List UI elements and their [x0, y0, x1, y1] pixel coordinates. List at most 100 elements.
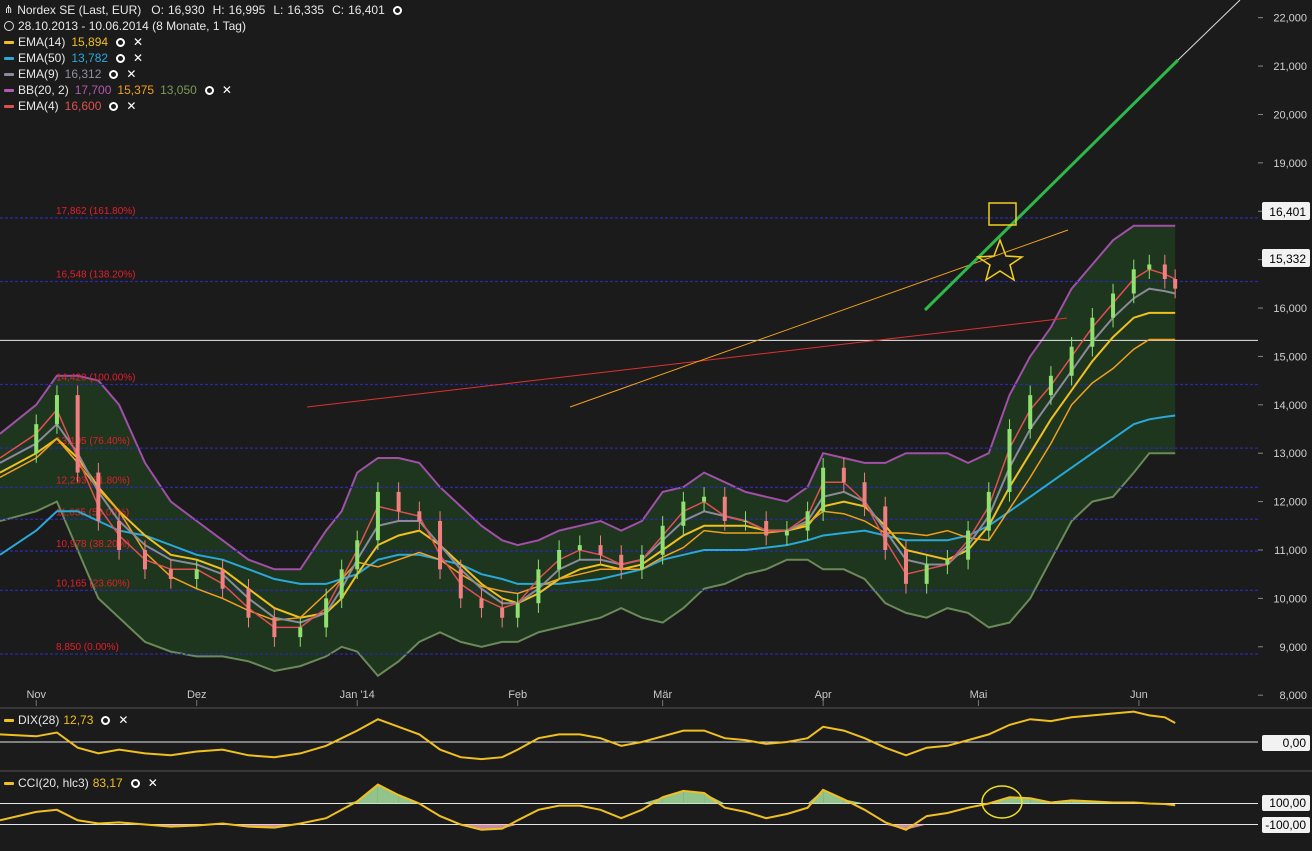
y-tick-label: 15,000 [1273, 351, 1307, 363]
ohlc-h-label: H: [212, 3, 225, 17]
candle-body [500, 608, 505, 618]
indicator-row: EMA(9) 16,312 ✕ [4, 66, 402, 82]
ohlc-o-label: O: [151, 3, 164, 17]
indicator-settings-icon[interactable] [109, 101, 119, 111]
candle-body [298, 627, 303, 638]
candle-body [536, 569, 541, 604]
indicator-settings-icon[interactable] [204, 85, 214, 95]
y-tick-label: 12,000 [1273, 497, 1307, 509]
candle-body [1173, 278, 1178, 289]
candle-body [272, 617, 277, 638]
indicator-swatch [4, 72, 14, 76]
candle-body [903, 549, 908, 584]
indicator-value: 13,050 [160, 83, 197, 97]
candle-body [355, 540, 360, 570]
chart-type-icon: ⋔ [4, 4, 14, 16]
indicator-label: EMA(9) [18, 67, 59, 81]
candle-body [1111, 293, 1116, 318]
fib-level-label: 8,850 (0.00%) [56, 642, 119, 653]
ohlc-high: 16,995 [228, 3, 266, 17]
indicator-value: 17,700 [74, 83, 112, 97]
fib-level-label: 16,548 (138.20%) [56, 270, 136, 281]
candle-body [96, 472, 101, 521]
cci-settings-icon[interactable] [130, 778, 140, 788]
x-tick-label: Apr [815, 689, 832, 701]
y-tick-label: 14,000 [1273, 400, 1307, 412]
candle-body [805, 511, 810, 531]
indicator-settings-icon[interactable] [109, 69, 119, 79]
y-tick-label: 20,000 [1273, 109, 1307, 121]
dix-swatch [4, 718, 14, 722]
indicator-close-icon[interactable]: ✕ [126, 66, 136, 82]
candle-body [743, 520, 748, 522]
indicator-value: 15,894 [71, 35, 109, 49]
indicator-settings-icon[interactable] [116, 53, 126, 63]
candle-body [639, 554, 644, 570]
instrument-row: ⋔ Nordex SE (Last, EUR) O: 16,930 H: 16,… [4, 2, 402, 18]
indicator-close-icon[interactable]: ✕ [133, 50, 143, 66]
candle-body [142, 549, 147, 570]
candle-body [246, 588, 251, 618]
cci-close-icon[interactable]: ✕ [148, 776, 158, 790]
candle-body [841, 467, 846, 483]
y-tick-label: 22,000 [1273, 13, 1307, 25]
candle-body [396, 491, 401, 512]
indicator-value: 16,600 [64, 99, 102, 113]
candle-body [862, 482, 867, 507]
period-row: 28.10.2013 - 10.06.2014 (8 Monate, 1 Tag… [4, 18, 402, 34]
indicator-swatch [4, 56, 14, 60]
y-tick-label: 13,000 [1273, 448, 1307, 460]
candle-body [34, 424, 39, 454]
clock-icon [4, 21, 14, 31]
cci-value: 83,17 [92, 776, 123, 790]
y-tick-label: 21,000 [1273, 61, 1307, 73]
candle-body [1090, 317, 1095, 347]
dix-settings-icon[interactable] [101, 715, 111, 725]
candle-body [220, 569, 225, 589]
cci-swatch [4, 781, 14, 785]
chart-legend: ⋔ Nordex SE (Last, EUR) O: 16,930 H: 16,… [4, 2, 402, 114]
x-tick-label: Feb [508, 689, 527, 701]
line-price-tag: 15,332 [1269, 252, 1306, 266]
y-tick-label: 9,000 [1279, 642, 1307, 654]
indicator-row: EMA(14) 15,894 ✕ [4, 34, 402, 50]
candle-body [117, 520, 122, 550]
indicator-swatch [4, 88, 14, 92]
dix-legend: DIX(28) 12,73 ✕ [4, 713, 128, 727]
indicator-label: EMA(50) [18, 51, 66, 65]
candle-body [883, 506, 888, 550]
candle-body [1048, 375, 1053, 396]
y-tick-label: 19,000 [1273, 158, 1307, 170]
candle-body [515, 603, 520, 618]
y-tick-label: 8,000 [1279, 690, 1307, 702]
candle-body [764, 520, 769, 536]
candle-body [598, 545, 603, 555]
indicator-close-icon[interactable]: ✕ [133, 34, 143, 50]
candle-body [557, 549, 562, 570]
cci-legend: CCI(20, hlc3) 83,17 ✕ [4, 776, 158, 790]
candle-body [945, 559, 950, 565]
cci-minus100-tag: -100,00 [1265, 818, 1306, 832]
x-tick-label: Mai [970, 689, 988, 701]
indicator-label: EMA(4) [18, 99, 59, 113]
instrument-settings-icon[interactable] [392, 5, 402, 15]
candle-body [168, 569, 173, 580]
dix-close-icon[interactable]: ✕ [118, 713, 128, 727]
indicator-value: 13,782 [71, 51, 109, 65]
fib-level-label: 14,420 (100.00%) [56, 372, 136, 383]
candle-body [1162, 264, 1167, 279]
indicator-swatch [4, 104, 14, 108]
candle-body [681, 501, 686, 526]
indicator-value: 15,375 [117, 83, 155, 97]
indicator-close-icon[interactable]: ✕ [126, 98, 136, 114]
indicator-settings-icon[interactable] [116, 37, 126, 47]
y-tick-label: 16,000 [1273, 303, 1307, 315]
dix-value: 12,73 [63, 713, 94, 727]
indicator-value: 16,312 [64, 67, 102, 81]
candle-body [577, 545, 582, 550]
indicator-close-icon[interactable]: ✕ [222, 82, 232, 98]
period-text: 28.10.2013 - 10.06.2014 (8 Monate, 1 Tag… [18, 19, 246, 33]
candle-body [339, 569, 344, 599]
candle-body [324, 598, 329, 628]
dix-zero-tag: 0,00 [1283, 736, 1307, 750]
